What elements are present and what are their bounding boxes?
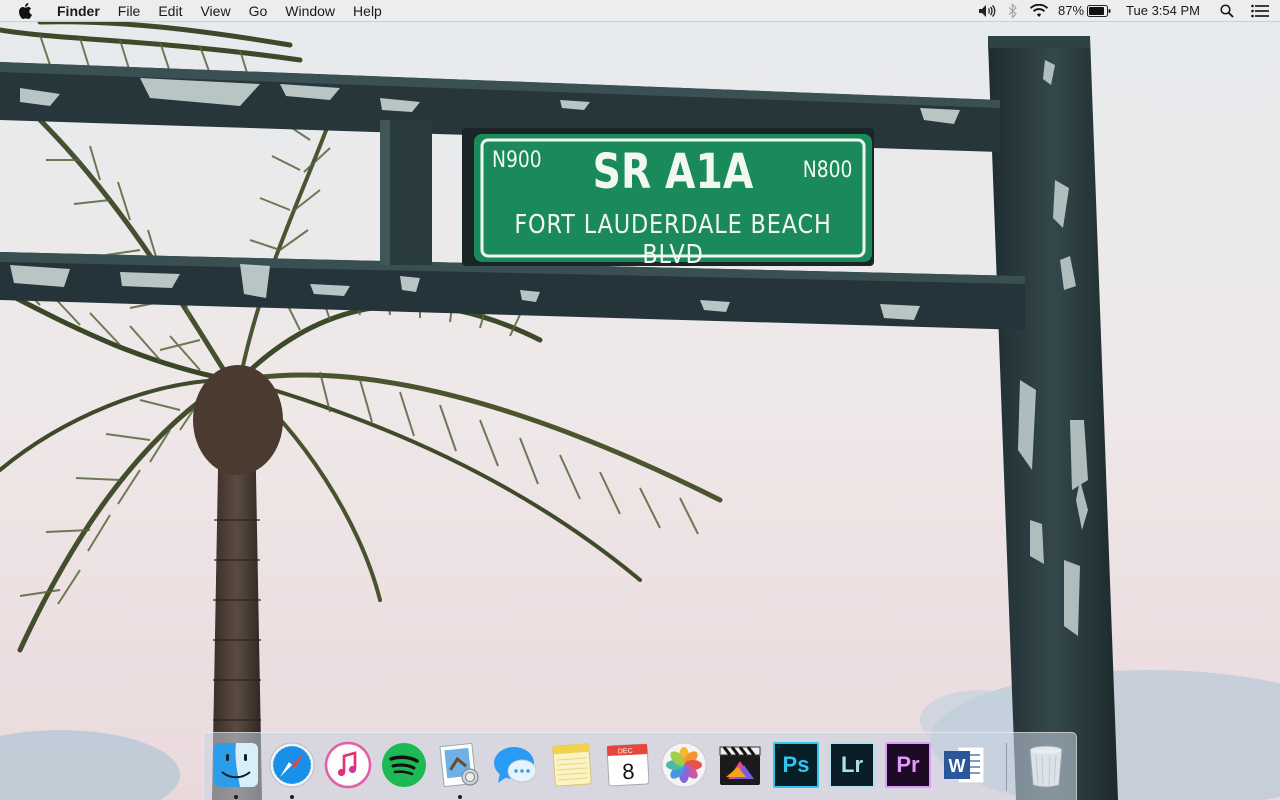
final-cut-pro-icon xyxy=(719,746,761,785)
dock-calendar[interactable]: DEC 8 xyxy=(604,741,652,789)
bluetooth-icon[interactable] xyxy=(1002,0,1024,22)
calendar-day: 8 xyxy=(622,759,636,785)
menu-view[interactable]: View xyxy=(191,0,239,22)
notification-center-icon[interactable] xyxy=(1240,0,1280,22)
dock-preview[interactable] xyxy=(436,741,484,789)
dock-lightroom[interactable]: Lr xyxy=(828,741,876,789)
menu-file[interactable]: File xyxy=(109,0,150,22)
microsoft-word-icon: W xyxy=(944,746,985,784)
lightroom-icon: Lr xyxy=(829,742,875,788)
word-label: W xyxy=(949,756,966,776)
messages-icon xyxy=(494,747,537,783)
finder-icon xyxy=(214,743,258,787)
finder-running-indicator xyxy=(234,795,238,799)
dock-spotify[interactable] xyxy=(380,741,428,789)
spotify-icon xyxy=(382,743,426,787)
dock-photos[interactable] xyxy=(660,741,708,789)
dock-itunes[interactable] xyxy=(324,741,372,789)
safari-running-indicator xyxy=(290,795,294,799)
dock-safari[interactable] xyxy=(268,741,316,789)
apple-icon[interactable] xyxy=(18,0,36,22)
wallpaper xyxy=(0,0,1280,800)
dock-premiere-pro[interactable]: Pr xyxy=(884,741,932,789)
dock-separator xyxy=(1006,743,1007,791)
dock-final-cut-pro[interactable] xyxy=(716,741,764,789)
premiere-pro-icon: Pr xyxy=(885,742,931,788)
menu-help[interactable]: Help xyxy=(344,0,391,22)
dock-messages[interactable] xyxy=(492,741,540,789)
safari-icon xyxy=(269,742,315,788)
dock: DEC 8 Ps Lr Pr W xyxy=(203,732,1077,800)
dock-finder[interactable] xyxy=(212,741,260,789)
dock-notes[interactable] xyxy=(548,741,596,789)
menu-edit[interactable]: Edit xyxy=(149,0,191,22)
volume-icon[interactable] xyxy=(972,0,1002,22)
notes-icon xyxy=(552,743,592,787)
calendar-icon: DEC 8 xyxy=(606,743,650,787)
trash-icon xyxy=(1029,745,1063,788)
sign-route: SR A1A xyxy=(592,144,754,200)
preview-running-indicator xyxy=(458,795,462,799)
menu-window[interactable]: Window xyxy=(276,0,344,22)
spotlight-icon[interactable] xyxy=(1214,0,1240,22)
photoshop-icon: Ps xyxy=(773,742,819,788)
itunes-icon xyxy=(324,741,372,789)
preview-icon xyxy=(439,743,479,787)
menu-clock[interactable]: Tue 3:54 PM xyxy=(1126,0,1200,22)
sign-street: FORT LAUDERDALE BEACH BLVD xyxy=(514,210,832,270)
battery-percent: 87% xyxy=(1058,3,1085,18)
menu-go[interactable]: Go xyxy=(240,0,277,22)
desktop: N900 N800 SR A1A FORT LAUDERDALE BEACH B… xyxy=(0,0,1280,800)
wifi-icon[interactable] xyxy=(1024,0,1054,22)
menu-app-finder[interactable]: Finder xyxy=(48,0,109,22)
dock-microsoft-word[interactable]: W xyxy=(940,741,988,789)
photos-icon xyxy=(661,742,707,788)
dock-trash[interactable] xyxy=(1022,741,1070,789)
dock-photoshop[interactable]: Ps xyxy=(772,741,820,789)
calendar-month: DEC xyxy=(618,748,633,756)
menu-bar: Finder File Edit View Go Window Help 87%… xyxy=(0,0,1280,22)
street-sign: N900 N800 SR A1A FORT LAUDERDALE BEACH B… xyxy=(484,142,862,270)
battery-icon[interactable] xyxy=(1084,0,1114,22)
